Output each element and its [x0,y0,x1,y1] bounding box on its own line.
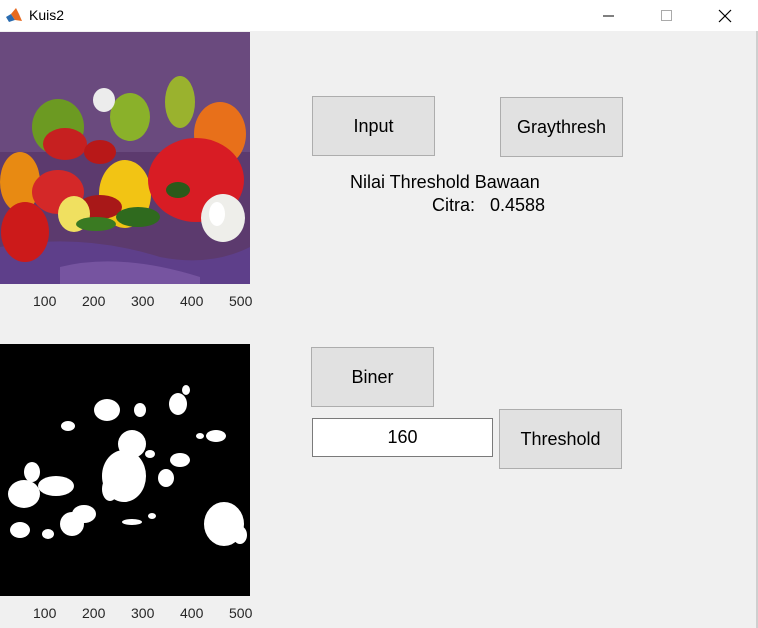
threshold-caption: Nilai Threshold Bawaan [350,172,540,192]
threshold-button[interactable]: Threshold [499,409,622,469]
x-tick-label: 400 [180,293,204,309]
x-tick-label: 300 [131,293,155,309]
maximize-icon [661,10,672,21]
x-tick-label: 300 [131,605,155,621]
graythresh-button[interactable]: Graythresh [500,97,623,157]
minimize-icon [603,15,614,17]
peppers-color-image [0,32,250,284]
x-tick-label: 500 [229,605,253,621]
biner-button[interactable]: Biner [311,347,434,407]
citra-caption: Citra: [432,195,476,215]
x-tick-label: 200 [82,293,106,309]
peppers-binary-image [0,344,250,596]
threshold-input[interactable] [312,418,493,457]
matlab-logo-icon [5,6,23,24]
x-tick-label: 400 [180,605,204,621]
original-image-axes [0,32,250,284]
title-bar: Kuis2 [0,0,758,31]
x-tick-label: 100 [33,293,57,309]
x-tick-label: 100 [33,605,57,621]
x-tick-label: 200 [82,605,106,621]
window-title: Kuis2 [29,7,65,23]
close-icon [718,9,732,23]
close-button[interactable] [702,0,748,31]
threshold-value: 0.4588 [490,195,546,215]
input-button[interactable]: Input [312,96,435,156]
x-tick-label: 500 [229,293,253,309]
binary-image-axes [0,344,250,596]
minimize-button[interactable] [586,0,632,31]
maximize-button[interactable] [644,0,690,31]
